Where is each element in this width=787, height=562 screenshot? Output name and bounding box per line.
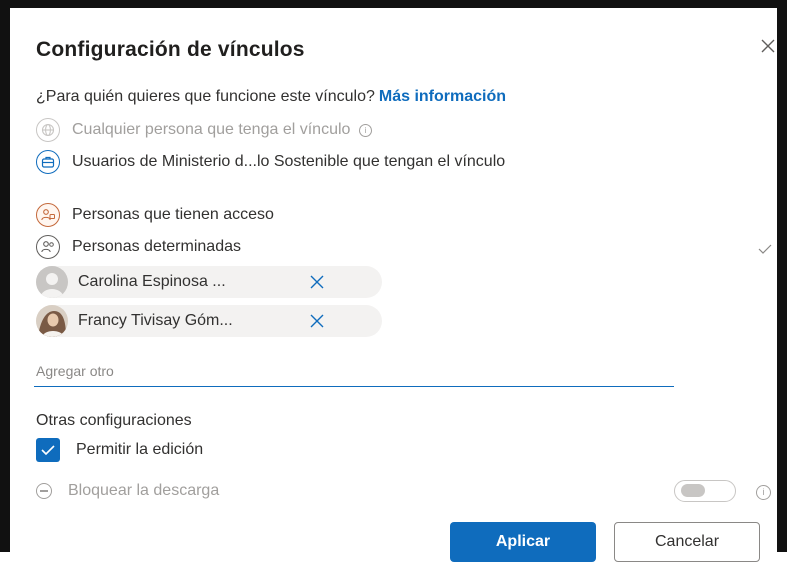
block-download-row: Bloquear la descarga	[36, 482, 219, 500]
option-anyone-label: Cualquier persona que tenga el vínculo	[72, 121, 351, 138]
window-frame-top	[0, 0, 787, 8]
recipient-chip: Carolina Espinosa ...	[36, 266, 382, 298]
allow-edit-checkbox[interactable]: Permitir la edición	[36, 438, 203, 462]
other-settings-title: Otras configuraciones	[36, 412, 192, 429]
checkmark-icon	[36, 438, 60, 462]
info-icon[interactable]: i	[358, 124, 372, 137]
globe-icon	[36, 118, 60, 142]
cancel-button[interactable]: Cancelar	[614, 522, 760, 562]
specific-people-icon	[36, 235, 60, 259]
recipient-name: Carolina Espinosa ...	[78, 273, 226, 290]
option-organization[interactable]: Usuarios de Ministerio d...lo Sostenible…	[36, 150, 632, 174]
option-people-with-access[interactable]: Personas que tienen acceso	[36, 203, 274, 227]
add-recipient-input[interactable]	[34, 356, 674, 387]
block-icon	[36, 483, 52, 499]
people-access-icon	[36, 203, 60, 227]
window-frame-left	[0, 0, 10, 552]
default-person-avatar	[36, 266, 68, 298]
photo-avatar	[36, 305, 68, 337]
close-button[interactable]	[758, 36, 778, 56]
option-specific-people-label: Personas determinadas	[72, 238, 241, 255]
recipient-chip: Francy Tivisay Góm...	[36, 305, 382, 337]
window-frame-right	[777, 0, 787, 552]
remove-recipient-icon[interactable]	[310, 275, 324, 289]
option-organization-label: Usuarios de Ministerio d...lo Sostenible…	[72, 153, 506, 170]
close-icon	[761, 39, 775, 53]
block-download-label: Bloquear la descarga	[68, 482, 220, 499]
audience-question-text: ¿Para quién quieres que funcione este ví…	[36, 88, 375, 105]
dialog-title: Configuración de vínculos	[36, 38, 305, 61]
allow-edit-label: Permitir la edición	[76, 441, 204, 458]
option-anyone[interactable]: Cualquier persona que tenga el vínculo i	[36, 118, 372, 142]
remove-recipient-icon[interactable]	[310, 314, 324, 328]
selected-check-icon	[758, 244, 772, 254]
audience-question: ¿Para quién quieres que funcione este ví…	[36, 88, 506, 106]
apply-button[interactable]: Aplicar	[450, 522, 596, 562]
organization-icon	[36, 150, 60, 174]
toggle-knob	[681, 484, 705, 497]
block-download-toggle[interactable]	[674, 480, 736, 502]
option-people-with-access-label: Personas que tienen acceso	[72, 206, 274, 223]
link-settings-dialog: Configuración de vínculos ¿Para quién qu…	[10, 8, 778, 562]
recipient-name: Francy Tivisay Góm...	[78, 312, 233, 329]
more-info-link[interactable]: Más información	[379, 88, 506, 105]
option-specific-people[interactable]: Personas determinadas	[36, 235, 241, 259]
info-icon[interactable]: i	[756, 485, 771, 500]
